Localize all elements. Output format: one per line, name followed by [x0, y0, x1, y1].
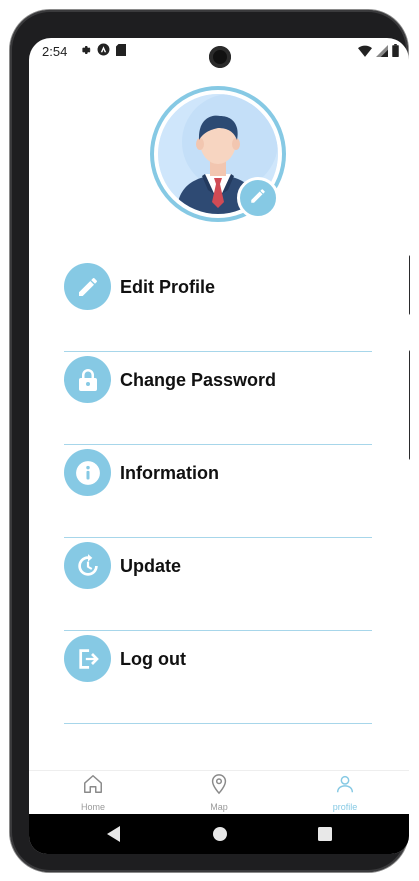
- menu-item-label: Information: [120, 463, 219, 483]
- menu-item-change-password[interactable]: Change Password: [64, 352, 372, 445]
- menu-item-label: Change Password: [120, 370, 277, 390]
- sd-card-icon: [116, 43, 127, 59]
- refresh-clock-icon: [64, 542, 111, 589]
- nav-map[interactable]: Map: [156, 773, 282, 815]
- menu-item-label: Edit Profile: [120, 277, 216, 297]
- battery-icon: [392, 44, 399, 60]
- system-nav-bar: [29, 814, 409, 854]
- front-camera: [209, 46, 231, 68]
- map-pin-icon: [208, 773, 230, 800]
- back-icon[interactable]: [107, 826, 121, 847]
- nav-home-label: Home: [80, 802, 105, 812]
- person-icon: [334, 773, 356, 800]
- home-icon: [82, 773, 104, 800]
- recents-icon[interactable]: [318, 827, 332, 846]
- logout-icon: [64, 635, 111, 682]
- home-circle-icon[interactable]: [213, 827, 227, 846]
- info-icon: [64, 449, 111, 496]
- nav-map-label: Map: [210, 802, 228, 812]
- menu-item-update[interactable]: Update: [64, 538, 372, 631]
- menu-item-information[interactable]: Information: [64, 445, 372, 538]
- pencil-icon: [249, 187, 267, 210]
- menu-item-label: Update: [120, 556, 182, 576]
- signal-icon: [376, 44, 388, 60]
- menu-item-label: Log out: [120, 649, 186, 669]
- avatar-edit-button[interactable]: [237, 177, 279, 219]
- profile-menu: Edit Profile Change Password Information…: [64, 259, 372, 724]
- nav-profile[interactable]: profile: [282, 773, 408, 815]
- nav-home[interactable]: Home: [30, 773, 156, 815]
- bottom-nav: Home Map profile: [29, 770, 409, 815]
- nav-profile-label: profile: [332, 802, 358, 812]
- menu-item-edit-profile[interactable]: Edit Profile: [64, 259, 372, 352]
- gear-icon: [79, 44, 91, 59]
- a-circle-icon: [97, 43, 110, 59]
- wifi-icon: [358, 45, 372, 60]
- lock-icon: [64, 356, 111, 403]
- phone-frame: 2:54 Edit Profile Change Password Inform…: [10, 10, 410, 872]
- menu-item-log-out[interactable]: Log out: [64, 631, 372, 724]
- pencil-icon: [64, 263, 111, 310]
- status-time: 2:54: [42, 43, 68, 59]
- app-screen: 2:54 Edit Profile Change Password Inform…: [29, 38, 409, 854]
